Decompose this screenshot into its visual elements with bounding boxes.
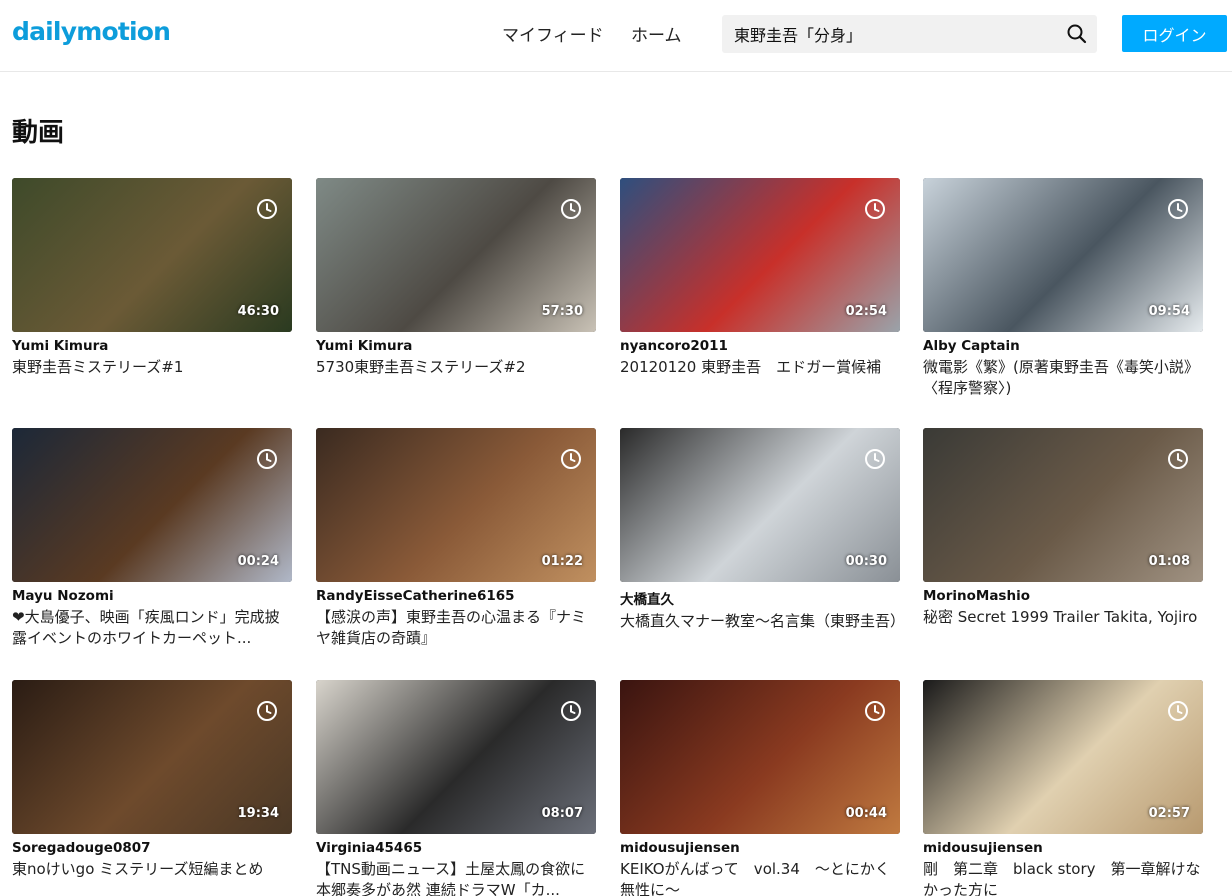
video-duration: 08:07 bbox=[541, 806, 583, 821]
video-author[interactable]: Yumi Kimura bbox=[316, 338, 596, 354]
section-title: 動画 bbox=[12, 118, 65, 148]
top-header: dailymotion マイフィード ホーム ログイン bbox=[0, 0, 1232, 72]
video-card[interactable]: 02:54 nyancoro2011 20120120 東野圭吾 エドガー賞候補 bbox=[620, 178, 900, 378]
video-duration: 09:54 bbox=[1148, 304, 1190, 319]
video-title[interactable]: 微電影《繁》(原著東野圭吾《毒笑小説》〈程序警察〉) bbox=[923, 357, 1203, 399]
video-duration: 00:44 bbox=[845, 806, 887, 821]
video-thumbnail[interactable]: 00:30 bbox=[620, 428, 900, 582]
video-title[interactable]: 東noけいgo ミステリーズ短編まとめ bbox=[12, 859, 292, 880]
video-duration: 19:34 bbox=[237, 806, 279, 821]
video-thumbnail[interactable]: 09:54 bbox=[923, 178, 1203, 332]
video-thumbnail[interactable]: 46:30 bbox=[12, 178, 292, 332]
video-duration: 01:22 bbox=[541, 554, 583, 569]
watch-later-icon[interactable] bbox=[560, 448, 582, 470]
watch-later-icon[interactable] bbox=[560, 700, 582, 722]
video-duration: 00:30 bbox=[845, 554, 887, 569]
search-input[interactable] bbox=[734, 15, 1054, 53]
video-thumbnail[interactable]: 00:24 bbox=[12, 428, 292, 582]
video-thumbnail[interactable]: 08:07 bbox=[316, 680, 596, 834]
video-thumbnail[interactable]: 01:08 bbox=[923, 428, 1203, 582]
watch-later-icon[interactable] bbox=[256, 198, 278, 220]
watch-later-icon[interactable] bbox=[864, 198, 886, 220]
video-author[interactable]: Soregadouge0807 bbox=[12, 840, 292, 856]
watch-later-icon[interactable] bbox=[864, 448, 886, 470]
video-duration: 57:30 bbox=[541, 304, 583, 319]
video-author[interactable]: RandyEisseCatherine6165 bbox=[316, 588, 596, 604]
video-title[interactable]: 東野圭吾ミステリーズ#1 bbox=[12, 357, 292, 378]
video-duration: 01:08 bbox=[1148, 554, 1190, 569]
nav-home[interactable]: ホーム bbox=[631, 21, 682, 46]
watch-later-icon[interactable] bbox=[560, 198, 582, 220]
video-card[interactable]: 00:24 Mayu Nozomi ❤大島優子、映画「疾風ロンド」完成披露イベン… bbox=[12, 428, 292, 649]
watch-later-icon[interactable] bbox=[1167, 448, 1189, 470]
video-card[interactable]: 01:22 RandyEisseCatherine6165 【感涙の声】東野圭吾… bbox=[316, 428, 596, 649]
video-card[interactable]: 02:57 midousujiensen 剛 第二章 black story 第… bbox=[923, 680, 1203, 896]
video-thumbnail[interactable]: 02:57 bbox=[923, 680, 1203, 834]
video-duration: 00:24 bbox=[237, 554, 279, 569]
video-thumbnail[interactable]: 57:30 bbox=[316, 178, 596, 332]
video-duration: 02:54 bbox=[845, 304, 887, 319]
video-author[interactable]: Virginia45465 bbox=[316, 840, 596, 856]
video-duration: 02:57 bbox=[1148, 806, 1190, 821]
watch-later-icon[interactable] bbox=[256, 700, 278, 722]
login-button[interactable]: ログイン bbox=[1122, 15, 1227, 52]
video-author[interactable]: Mayu Nozomi bbox=[12, 588, 292, 604]
video-card[interactable]: 00:30 大橋直久 大橋直久マナー教室～名言集（東野圭吾） bbox=[620, 428, 900, 632]
video-author[interactable]: midousujiensen bbox=[923, 840, 1203, 856]
video-title[interactable]: 剛 第二章 black story 第一章解けなかった方に bbox=[923, 859, 1203, 896]
video-author[interactable]: Alby Captain bbox=[923, 338, 1203, 354]
video-thumbnail[interactable]: 01:22 bbox=[316, 428, 596, 582]
video-card[interactable]: 01:08 MorinoMashio 秘密 Secret 1999 Traile… bbox=[923, 428, 1203, 628]
video-card[interactable]: 00:44 midousujiensen KEIKOがんばって vol.34 ～… bbox=[620, 680, 900, 896]
video-card[interactable]: 57:30 Yumi Kimura 5730東野圭吾ミステリーズ#2 bbox=[316, 178, 596, 378]
watch-later-icon[interactable] bbox=[864, 700, 886, 722]
nav-my-feed[interactable]: マイフィード bbox=[502, 21, 604, 46]
dailymotion-logo[interactable]: dailymotion bbox=[12, 17, 171, 46]
watch-later-icon[interactable] bbox=[256, 448, 278, 470]
video-thumbnail[interactable]: 02:54 bbox=[620, 178, 900, 332]
watch-later-icon[interactable] bbox=[1167, 198, 1189, 220]
video-title[interactable]: 【TNS動画ニュース】土屋太鳳の食欲に本郷奏多があ然 連続ドラマW「カ... bbox=[316, 859, 596, 896]
search-icon[interactable] bbox=[1065, 22, 1089, 46]
video-title[interactable]: 5730東野圭吾ミステリーズ#2 bbox=[316, 357, 596, 378]
video-author[interactable]: MorinoMashio bbox=[923, 588, 1203, 604]
video-title[interactable]: 20120120 東野圭吾 エドガー賞候補 bbox=[620, 357, 900, 378]
video-card[interactable]: 09:54 Alby Captain 微電影《繁》(原著東野圭吾《毒笑小説》〈程… bbox=[923, 178, 1203, 399]
video-title[interactable]: ❤大島優子、映画「疾風ロンド」完成披露イベントのホワイトカーペット... bbox=[12, 607, 292, 649]
video-thumbnail[interactable]: 00:44 bbox=[620, 680, 900, 834]
video-title[interactable]: KEIKOがんばって vol.34 ～とにかく無性に～ bbox=[620, 859, 900, 896]
watch-later-icon[interactable] bbox=[1167, 700, 1189, 722]
video-author[interactable]: nyancoro2011 bbox=[620, 338, 900, 354]
video-title[interactable]: 秘密 Secret 1999 Trailer Takita, Yojiro bbox=[923, 607, 1203, 628]
video-duration: 46:30 bbox=[237, 304, 279, 319]
video-thumbnail[interactable]: 19:34 bbox=[12, 680, 292, 834]
video-card[interactable]: 08:07 Virginia45465 【TNS動画ニュース】土屋太鳳の食欲に本… bbox=[316, 680, 596, 896]
video-card[interactable]: 46:30 Yumi Kimura 東野圭吾ミステリーズ#1 bbox=[12, 178, 292, 378]
video-title[interactable]: 大橋直久マナー教室～名言集（東野圭吾） bbox=[620, 611, 900, 632]
search-bar bbox=[722, 15, 1097, 53]
video-author[interactable]: midousujiensen bbox=[620, 840, 900, 856]
video-title[interactable]: 【感涙の声】東野圭吾の心温まる『ナミヤ雑貨店の奇蹟』 bbox=[316, 607, 596, 649]
video-author[interactable]: Yumi Kimura bbox=[12, 338, 292, 354]
video-author[interactable]: 大橋直久 bbox=[620, 588, 900, 608]
video-card[interactable]: 19:34 Soregadouge0807 東noけいgo ミステリーズ短編まと… bbox=[12, 680, 292, 880]
